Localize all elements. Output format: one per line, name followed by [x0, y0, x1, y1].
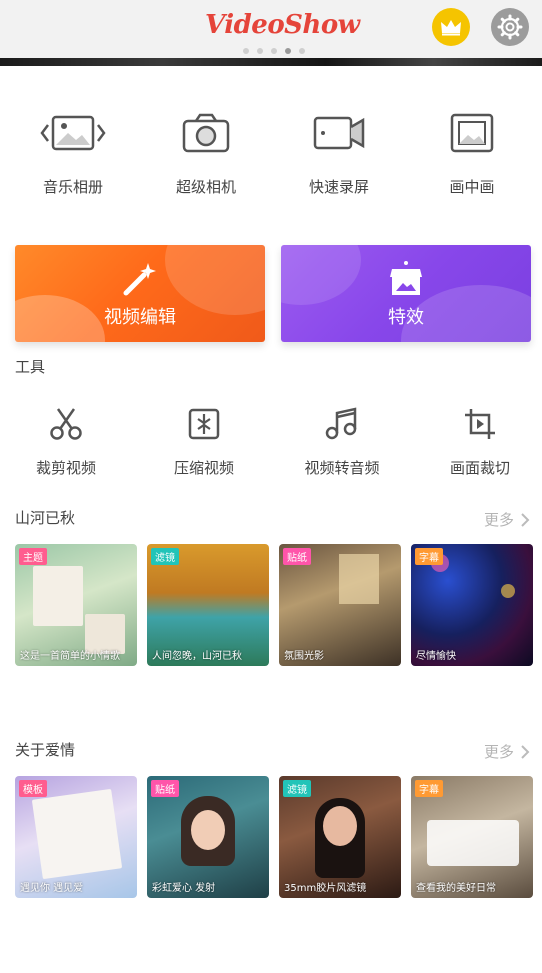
picture-in-picture-icon — [450, 113, 494, 153]
banner-page-indicator — [243, 48, 305, 54]
feature-screen-record[interactable]: 快速录屏 — [279, 108, 399, 197]
feature-label: 画中画 — [449, 178, 495, 196]
section-more-link[interactable]: 更多 — [484, 741, 530, 762]
card-caption: 氛围光影 — [284, 651, 324, 662]
feature-picture-in-picture[interactable]: 画中画 — [412, 108, 532, 197]
tool-crop-frame[interactable]: 画面裁切 — [420, 405, 540, 478]
crop-icon — [465, 409, 495, 439]
effects-shop-icon — [390, 261, 422, 295]
vip-crown-button[interactable] — [432, 8, 470, 46]
camera-icon — [182, 113, 230, 153]
top-banner: VideoShow — [0, 0, 542, 66]
gear-icon — [497, 14, 523, 40]
feature-super-camera[interactable]: 超级相机 — [146, 108, 266, 197]
template-card[interactable]: 字幕 查看我的美好日常 — [411, 776, 533, 898]
effects-button[interactable]: 特效 — [281, 245, 531, 342]
tool-label: 压缩视频 — [173, 459, 234, 477]
template-card[interactable]: 滤镜 35mm胶片风滤镜 — [279, 776, 401, 898]
tool-label: 画面裁切 — [449, 459, 510, 477]
feature-row: 音乐相册 超级相机 快速录屏 画中画 — [0, 108, 542, 208]
card-tag: 主题 — [19, 548, 47, 565]
feature-label: 音乐相册 — [42, 178, 103, 196]
template-card[interactable]: 滤镜 人间忽晚，山河已秋 — [147, 544, 269, 666]
card-tag: 贴纸 — [151, 780, 179, 797]
banner-dot — [299, 48, 305, 54]
card-tag: 贴纸 — [283, 548, 311, 565]
more-label: 更多 — [484, 511, 515, 529]
chevron-right-icon — [521, 744, 530, 759]
settings-button[interactable] — [491, 8, 529, 46]
card-caption: 35mm胶片风滤镜 — [284, 883, 367, 894]
card-tag: 字幕 — [415, 780, 443, 797]
template-card[interactable]: 贴纸 彩虹爱心 发射 — [147, 776, 269, 898]
section-title: 山河已秋 — [15, 509, 76, 527]
music-note-icon — [325, 407, 357, 440]
scissors-icon — [50, 408, 82, 440]
card-caption: 查看我的美好日常 — [416, 883, 496, 894]
card-tag: 字幕 — [415, 548, 443, 565]
card-caption: 遇见你 遇见爱 — [20, 883, 84, 894]
card-tag: 模板 — [19, 780, 47, 797]
music-album-icon — [40, 115, 106, 151]
feature-label: 超级相机 — [175, 178, 236, 196]
tool-trim-video[interactable]: 裁剪视频 — [6, 405, 126, 478]
section-cards: 主题 这是一首简单的小情歌 滤镜 人间忽晚，山河已秋 贴纸 氛围光影 字幕 尽情… — [15, 544, 533, 666]
banner-dot-active — [285, 48, 291, 54]
card-tag: 滤镜 — [283, 780, 311, 797]
section-cards: 模板 遇见你 遇见爱 贴纸 彩虹爱心 发射 滤镜 35mm胶片风滤镜 字幕 查看… — [15, 776, 533, 898]
feature-music-album[interactable]: 音乐相册 — [13, 108, 133, 197]
card-caption: 尽情愉快 — [416, 651, 456, 662]
feature-label: 快速录屏 — [308, 178, 369, 196]
magic-wand-icon — [123, 263, 156, 296]
video-edit-label: 视频编辑 — [104, 307, 176, 328]
screen-record-icon — [313, 116, 365, 150]
more-label: 更多 — [484, 743, 515, 761]
card-caption: 这是一首简单的小情歌 — [20, 651, 120, 662]
template-card[interactable]: 字幕 尽情愉快 — [411, 544, 533, 666]
app-logo: VideoShow — [205, 10, 360, 40]
tool-label: 视频转音频 — [304, 459, 380, 477]
crown-icon — [441, 20, 461, 36]
tool-label: 裁剪视频 — [35, 459, 96, 477]
chevron-right-icon — [521, 512, 530, 527]
template-card[interactable]: 贴纸 氛围光影 — [279, 544, 401, 666]
tools-row: 裁剪视频 压缩视频 视频转音频 画面裁切 — [0, 405, 542, 485]
section-more-link[interactable]: 更多 — [484, 509, 530, 530]
video-edit-button[interactable]: 视频编辑 — [15, 245, 265, 342]
compress-icon — [188, 408, 220, 440]
banner-dot — [271, 48, 277, 54]
section-title: 关于爱情 — [15, 741, 76, 759]
card-caption: 人间忽晚，山河已秋 — [152, 651, 242, 662]
banner-dot — [243, 48, 249, 54]
tool-compress-video[interactable]: 压缩视频 — [144, 405, 264, 478]
card-tag: 滤镜 — [151, 548, 179, 565]
template-card[interactable]: 模板 遇见你 遇见爱 — [15, 776, 137, 898]
card-caption: 彩虹爱心 发射 — [152, 883, 216, 894]
tools-title: 工具 — [15, 358, 46, 376]
tool-video-to-audio[interactable]: 视频转音频 — [282, 405, 402, 478]
banner-image-strip — [0, 58, 542, 66]
banner-dot — [257, 48, 263, 54]
effects-label: 特效 — [388, 307, 424, 328]
template-card[interactable]: 主题 这是一首简单的小情歌 — [15, 544, 137, 666]
